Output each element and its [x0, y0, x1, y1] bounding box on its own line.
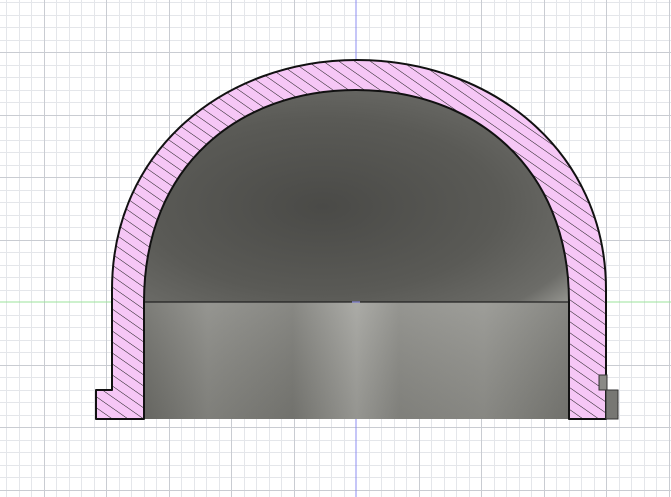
right-flange-detail [605, 389, 619, 420]
cylinder-interior-shade [144, 302, 569, 419]
canvas-viewport[interactable] [0, 0, 671, 497]
right-step-detail [598, 374, 608, 391]
